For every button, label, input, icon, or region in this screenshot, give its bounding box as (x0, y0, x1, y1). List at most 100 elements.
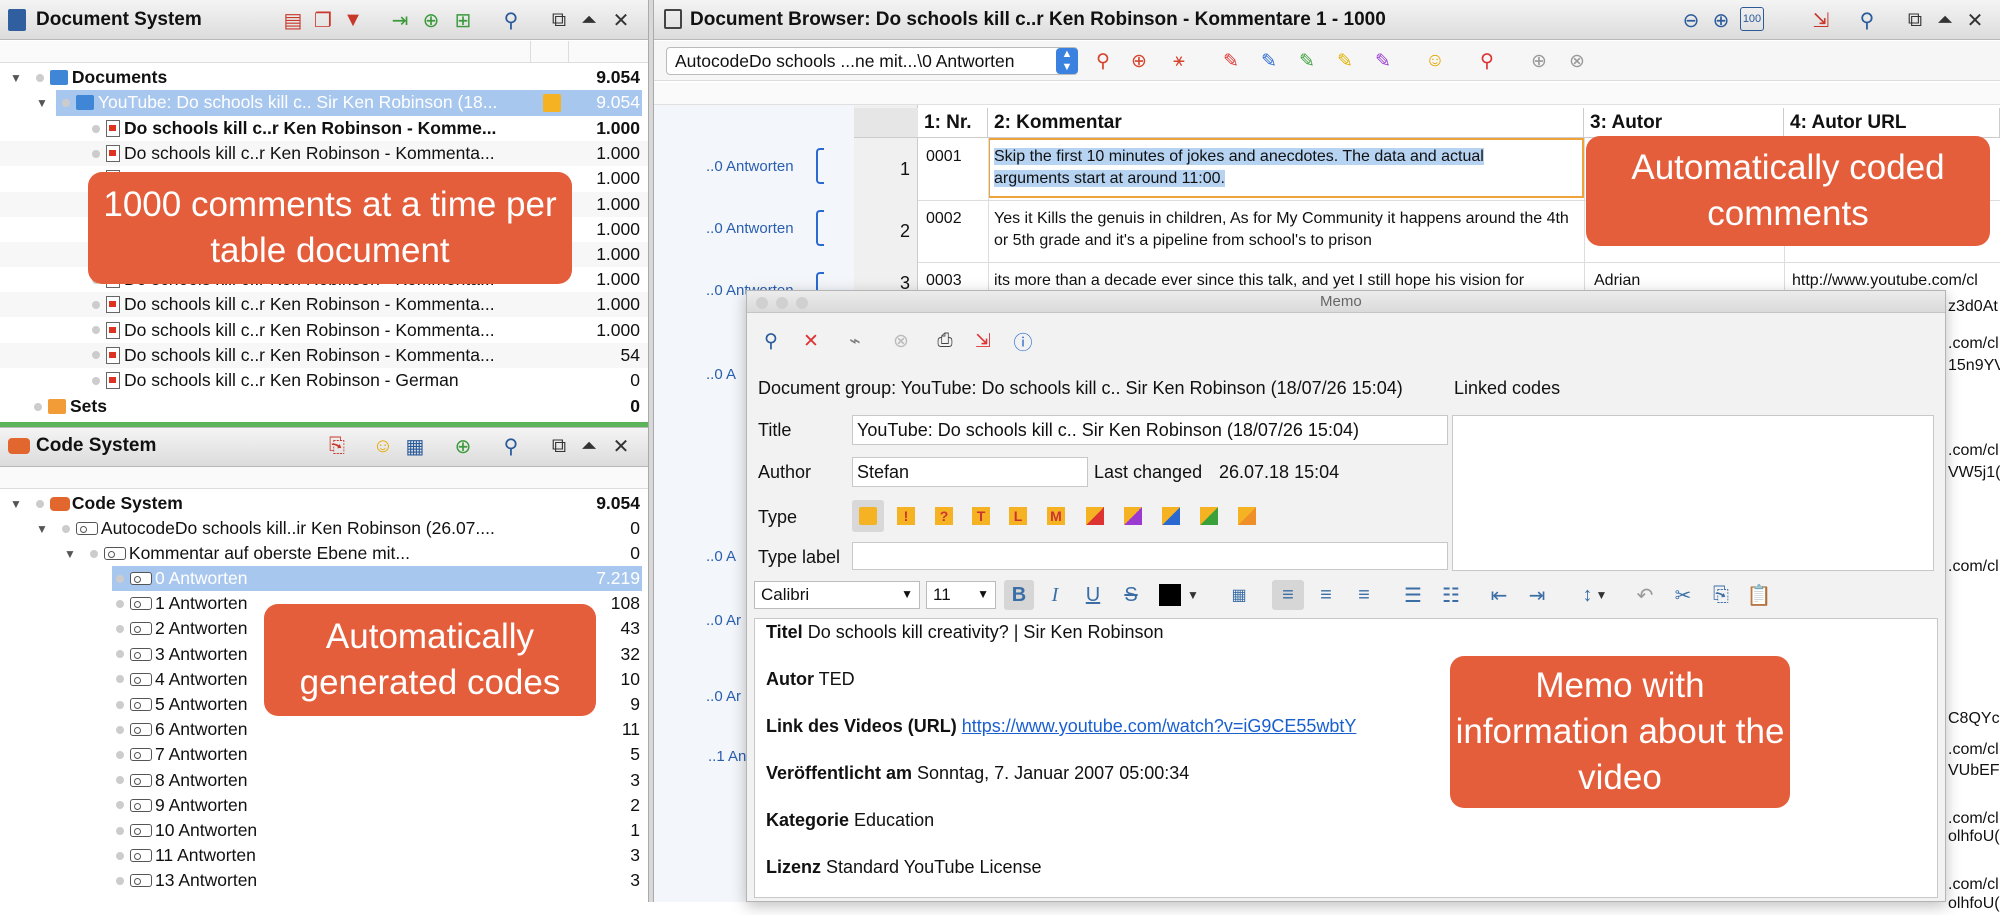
import-icon[interactable]: ⇥ (387, 7, 413, 33)
code-item[interactable]: 0 Antworten 7.219 (0, 566, 648, 591)
italic-icon[interactable]: I (1040, 580, 1070, 610)
browser-collapse-icon[interactable]: ⏶ (1932, 7, 1958, 33)
numbered-list-icon[interactable]: ☷ (1436, 580, 1466, 610)
autocode-code[interactable]: ▼ AutocodeDo schools kill..ir Ken Robins… (0, 516, 648, 541)
code-item[interactable]: 11 Antworten 3 (0, 843, 648, 868)
coding-stripe-label[interactable]: ..0 Antworten (706, 220, 794, 237)
document-item[interactable]: Do schools kill c..r Ken Robinson - Komm… (0, 141, 648, 167)
column-header-autor-url[interactable]: 4: Autor URL (1784, 108, 2000, 138)
bullet-list-icon[interactable]: ☰ (1398, 580, 1428, 610)
memo-type-m-icon[interactable]: M (1043, 503, 1069, 529)
document-item[interactable]: Do schools kill c..r Ken Robinson - Komm… (0, 342, 648, 368)
code-with-code-icon[interactable]: ⚲ (1090, 48, 1116, 74)
code-item[interactable]: 10 Antworten 1 (0, 818, 648, 843)
align-center-icon[interactable]: ≡ (1310, 580, 1342, 610)
memo-type-green-icon[interactable] (1196, 503, 1222, 529)
document-item[interactable]: Do schools kill c..r Ken Robinson - Germ… (0, 368, 648, 393)
expand-arrow-icon[interactable]: ▼ (10, 71, 22, 85)
window-minimize-dot[interactable] (776, 297, 788, 309)
document-item[interactable]: Do schools kill c..r Ken Robinson - Komm… (0, 292, 648, 318)
strikethrough-icon[interactable]: S (1116, 580, 1146, 610)
cut-icon[interactable]: ✂ (1668, 580, 1698, 610)
cell-nr[interactable]: 0001 (926, 146, 986, 168)
memo-type-question-icon[interactable]: ? (931, 503, 957, 529)
document-item[interactable]: Do schools kill c..r Ken Robinson - Komm… (0, 116, 648, 141)
code-item[interactable]: 13 Antworten 3 (0, 868, 648, 893)
outdent-icon[interactable]: ⇤ (1484, 580, 1514, 610)
cell-autor-url-fragment[interactable]: olhfoU( (1948, 826, 2000, 848)
doc-filter-icon[interactable]: ▼ (340, 7, 366, 33)
zoom-in-icon[interactable]: ⊕ (1708, 7, 1734, 33)
calendar-icon[interactable]: ▦ (1224, 580, 1254, 610)
memo-unlink-icon[interactable]: ⊗ (888, 328, 914, 354)
documents-root[interactable]: ▼ Documents 9.054 (0, 65, 648, 90)
memo-type-orange-icon[interactable] (1234, 503, 1260, 529)
memo-type-l-icon[interactable]: L (1005, 503, 1031, 529)
window-zoom-dot[interactable] (796, 297, 808, 309)
code-system-root[interactable]: ▼ Code System 9.054 (0, 491, 648, 516)
dropdown-stepper-icon[interactable]: ▲ ▼ (1056, 48, 1078, 74)
cell-nr[interactable]: 0003 (926, 270, 986, 292)
coding-stripe-label[interactable]: ..0 Antworten (706, 158, 794, 175)
add-code-icon[interactable]: ⊕ (1126, 48, 1152, 74)
code-collapse-icon[interactable]: ⏶ (576, 433, 602, 459)
code-item[interactable]: 6 Antworten 11 (0, 717, 648, 742)
symbol-code-icon[interactable]: ⚲ (1474, 48, 1500, 74)
window-close-dot[interactable] (756, 297, 768, 309)
search-icon[interactable]: ⚲ (498, 7, 524, 33)
memo-type-red-icon[interactable] (1082, 503, 1108, 529)
close-icon[interactable]: ✕ (608, 7, 634, 33)
highlight-red-icon[interactable]: ✎ (1218, 48, 1244, 74)
cell-kommentar[interactable]: Yes it Kills the genuis in children, As … (994, 208, 1574, 252)
author-field[interactable]: Stefan (852, 457, 1088, 487)
zoom-out-icon[interactable]: ⊖ (1678, 7, 1704, 33)
expand-arrow-icon[interactable]: ▼ (36, 96, 48, 110)
title-field[interactable]: YouTube: Do schools kill c.. Sir Ken Rob… (852, 415, 1448, 445)
cell-kommentar-selected[interactable]: Skip the first 10 minutes of jokes and a… (994, 146, 1554, 190)
emoticode-icon[interactable]: ☺ (1422, 48, 1448, 74)
memo-type-purple-icon[interactable] (1120, 503, 1146, 529)
column-header-kommentar[interactable]: 2: Kommentar (988, 108, 1584, 138)
new-folder-icon[interactable]: ⊞ (450, 7, 476, 33)
coding-stripe-label[interactable]: ..0 A (706, 548, 736, 565)
cell-autor-url-fragment[interactable]: .com/cl (1948, 556, 2000, 578)
paste-icon[interactable]: 📋 (1744, 580, 1774, 610)
browser-close-icon[interactable]: ✕ (1962, 7, 1988, 33)
video-url-link[interactable]: https://www.youtube.com/watch?v=iG9CE55w… (962, 716, 1357, 736)
code-undock-icon[interactable]: ⧉ (546, 433, 572, 459)
new-code-icon[interactable]: ⊕ (450, 433, 476, 459)
coding-stripe-label[interactable]: ..0 Ar (706, 688, 741, 705)
kommentar-code[interactable]: ▼ Kommentar auf oberste Ebene mit... 0 (0, 541, 648, 566)
sets-root[interactable]: Sets 0 (0, 394, 648, 419)
code-item[interactable]: 8 Antworten 3 (0, 768, 648, 793)
size-select[interactable]: 11 ▼ (926, 581, 996, 609)
cell-autor-url-fragment[interactable]: 15n9YV (1948, 355, 2000, 377)
align-right-icon[interactable]: ≡ (1348, 580, 1380, 610)
coding-stripe-bracket[interactable] (816, 210, 824, 246)
doc-stack-icon[interactable]: ▤ (280, 7, 306, 33)
document-group-youtube[interactable]: ▼ YouTube: Do schools kill c.. Sir Ken R… (0, 90, 648, 115)
code-close-icon[interactable]: ✕ (608, 433, 634, 459)
memo-link-icon[interactable]: ⌁ (842, 328, 868, 354)
code-item[interactable]: 7 Antworten 5 (0, 742, 648, 767)
coded-text-highlight[interactable]: Skip the first 10 minutes of jokes and a… (994, 148, 1484, 187)
cell-nr[interactable]: 0002 (926, 208, 986, 230)
remove-link-icon[interactable]: ⊗ (1564, 48, 1590, 74)
align-left-icon[interactable]: ≡ (1272, 580, 1304, 610)
line-spacing-icon[interactable]: ↕ ▼ (1572, 580, 1618, 610)
cell-autor[interactable]: Adrian (1594, 270, 1774, 292)
coding-stripe-label[interactable]: ..0 A (706, 366, 736, 383)
table-icon[interactable]: ▦ (402, 433, 428, 459)
cell-autor-url-fragment[interactable]: VUbEF( (1948, 760, 2000, 782)
code-item[interactable]: 9 Antworten 2 (0, 793, 648, 818)
print-icon[interactable]: ⎙ (932, 328, 958, 354)
cell-autor-url[interactable]: http://www.youtube.com/cl (1792, 270, 2000, 292)
cell-autor-url-fragment[interactable]: .com/cl (1948, 333, 2000, 355)
cell-autor-url-fragment[interactable]: VW5j1( (1948, 462, 2000, 484)
undo-icon[interactable]: ↶ (1630, 580, 1660, 610)
expand-arrow-icon[interactable]: ▼ (10, 497, 22, 511)
memo-type-t-icon[interactable]: T (968, 503, 994, 529)
linked-codes-box[interactable] (1452, 415, 1934, 571)
cell-autor-url-fragment[interactable]: .com/cl (1948, 739, 2000, 761)
memo-type-yellow-icon[interactable] (855, 503, 881, 529)
